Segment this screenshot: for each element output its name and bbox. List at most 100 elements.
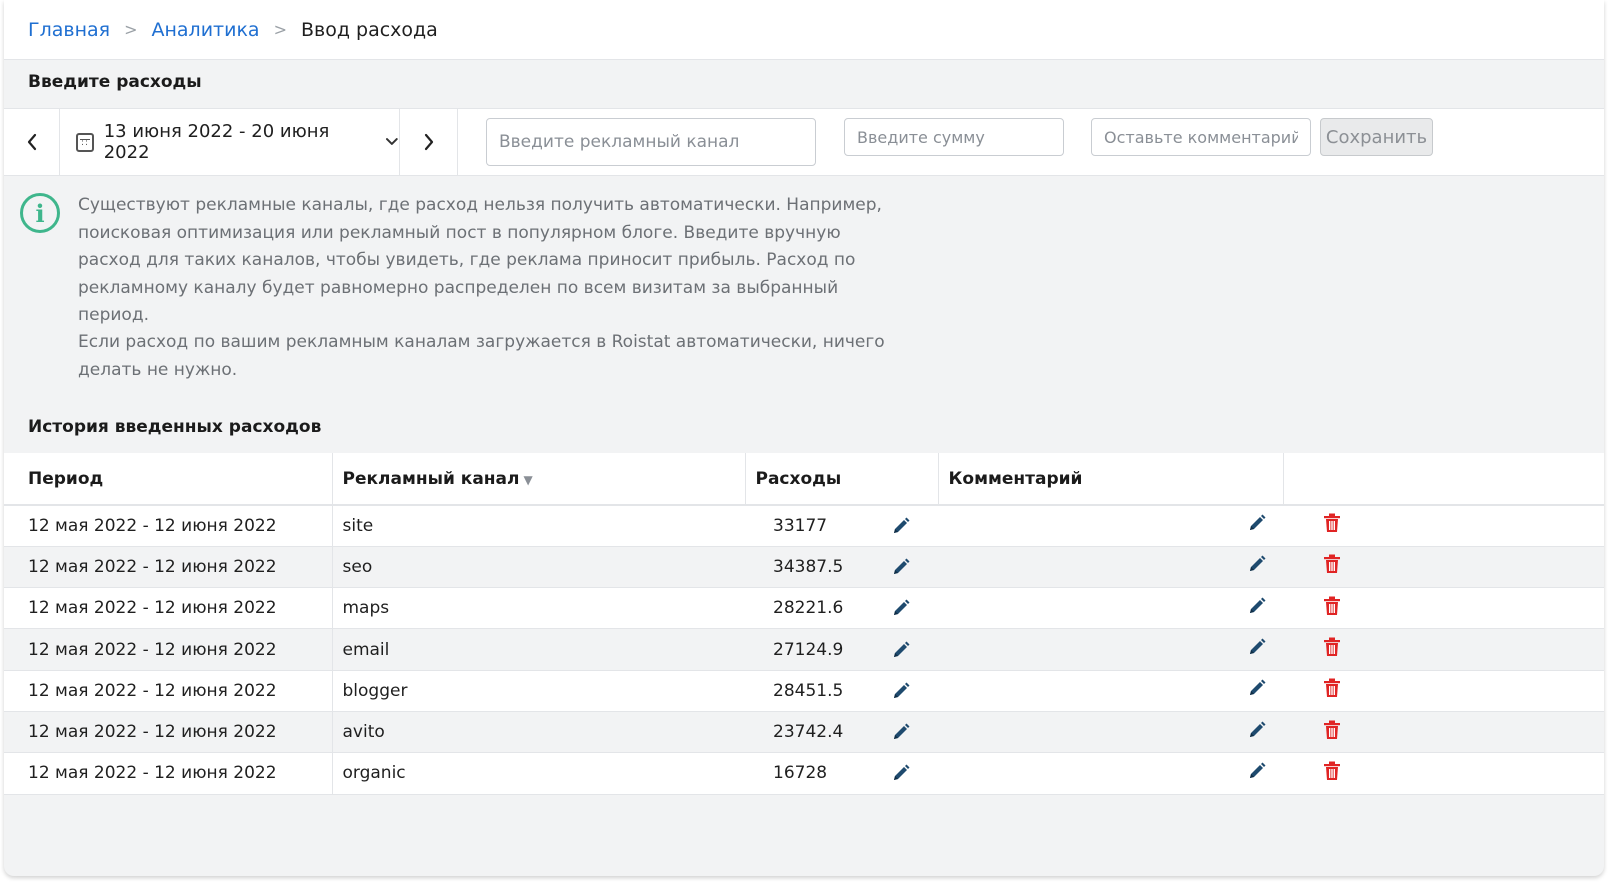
- cell-amount: 28451.5: [745, 670, 938, 712]
- cell-actions: [1283, 505, 1604, 547]
- cell-channel: site: [331, 505, 745, 547]
- date-range-label: 13 июня 2022 - 20 июня 2022: [103, 121, 330, 163]
- table-row: 12 мая 2022 - 12 июня 2022 blogger 28451…: [4, 670, 1604, 712]
- cell-channel: blogger: [331, 670, 745, 712]
- amount-value: 16728: [773, 763, 828, 784]
- comment-input[interactable]: [1091, 118, 1311, 156]
- cell-comment: [938, 752, 1283, 795]
- chevron-right-icon: [424, 133, 433, 151]
- edit-amount-pencil-icon[interactable]: [891, 722, 911, 742]
- delete-trash-icon[interactable]: [1323, 761, 1341, 781]
- enter-expenses-title: Введите расходы: [28, 72, 202, 92]
- expense-toolbar: 13 июня 2022 - 20 июня 2022 Сохранить: [4, 108, 1604, 176]
- history-title: История введенных расходов: [28, 417, 322, 437]
- column-header-channel[interactable]: Рекламный канал ▼: [331, 453, 745, 506]
- cell-period: 12 мая 2022 - 12 июня 2022: [4, 752, 332, 795]
- edit-amount-pencil-icon[interactable]: [891, 763, 911, 783]
- amount-value: 28221.6: [773, 598, 844, 619]
- expense-entry-card: Главная > Аналитика > Ввод расхода Введи…: [4, 0, 1604, 876]
- chevron-down-icon: [386, 138, 399, 145]
- delete-trash-icon[interactable]: [1323, 513, 1341, 533]
- cell-comment: [938, 505, 1283, 547]
- save-button[interactable]: Сохранить: [1320, 118, 1433, 156]
- breadcrumb-home-link[interactable]: Главная: [28, 19, 110, 41]
- calendar-icon: [76, 132, 94, 152]
- edit-amount-pencil-icon[interactable]: [891, 557, 911, 577]
- cell-comment: [938, 628, 1283, 671]
- chevron-right-icon: >: [273, 20, 287, 39]
- delete-trash-icon[interactable]: [1323, 554, 1341, 574]
- history-table: Период Рекламный канал ▼ Расходы Коммента…: [4, 453, 1604, 795]
- amount-value: 23742.4: [773, 722, 844, 743]
- date-range-picker[interactable]: 13 июня 2022 - 20 июня 2022: [60, 109, 400, 175]
- cell-period: 12 мая 2022 - 12 июня 2022: [4, 670, 332, 712]
- cell-amount: 23742.4: [745, 711, 938, 754]
- cell-actions: [1283, 628, 1604, 671]
- column-header-channel-label: Рекламный канал: [342, 468, 520, 489]
- table-row: 12 мая 2022 - 12 июня 2022 organic 16728: [4, 752, 1604, 795]
- table-header-row: Период Рекламный канал ▼ Расходы Коммента…: [4, 453, 1604, 506]
- delete-trash-icon[interactable]: [1323, 678, 1341, 698]
- column-header-comment[interactable]: Комментарий: [937, 453, 1283, 506]
- cell-channel: seo: [331, 546, 745, 589]
- breadcrumb-analytics-link[interactable]: Аналитика: [151, 19, 259, 41]
- cell-channel: maps: [331, 587, 745, 630]
- cell-channel: avito: [331, 711, 745, 754]
- edit-comment-pencil-icon[interactable]: [1247, 637, 1267, 657]
- edit-amount-pencil-icon[interactable]: [891, 640, 911, 660]
- cell-channel: organic: [331, 752, 745, 795]
- table-row: 12 мая 2022 - 12 июня 2022 seo 34387.5: [4, 546, 1604, 589]
- info-icon: i: [20, 193, 60, 233]
- amount-value: 34387.5: [773, 556, 844, 577]
- cell-actions: [1283, 752, 1604, 795]
- delete-trash-icon[interactable]: [1323, 637, 1341, 657]
- cell-amount: 34387.5: [745, 546, 938, 589]
- chevron-right-icon: >: [124, 20, 138, 39]
- sort-down-icon: ▼: [523, 472, 533, 487]
- info-paragraph-1: Существуют рекламные каналы, где расход …: [78, 195, 882, 325]
- next-period-button[interactable]: [400, 109, 458, 175]
- delete-trash-icon[interactable]: [1323, 720, 1341, 740]
- column-header-actions: [1282, 453, 1604, 506]
- breadcrumb-current: Ввод расхода: [300, 18, 438, 41]
- cell-amount: 28221.6: [745, 587, 938, 630]
- cell-period: 12 мая 2022 - 12 июня 2022: [4, 546, 332, 589]
- edit-amount-pencil-icon[interactable]: [891, 598, 911, 618]
- cell-actions: [1283, 546, 1604, 589]
- info-paragraph-2: Если расход по вашим рекламным каналам з…: [78, 332, 885, 380]
- edit-comment-pencil-icon[interactable]: [1247, 596, 1267, 616]
- column-header-amount[interactable]: Расходы: [744, 453, 938, 506]
- cell-comment: [938, 587, 1283, 630]
- edit-comment-pencil-icon[interactable]: [1247, 761, 1267, 781]
- edit-comment-pencil-icon[interactable]: [1247, 678, 1267, 698]
- delete-trash-icon[interactable]: [1323, 596, 1341, 616]
- table-row: 12 мая 2022 - 12 июня 2022 maps 28221.6: [4, 587, 1604, 630]
- cell-comment: [938, 711, 1283, 754]
- edit-comment-pencil-icon[interactable]: [1247, 720, 1267, 740]
- edit-comment-pencil-icon[interactable]: [1247, 513, 1267, 533]
- chevron-left-icon: [27, 133, 36, 151]
- edit-comment-pencil-icon[interactable]: [1247, 554, 1267, 574]
- amount-value: 27124.9: [773, 639, 844, 660]
- cell-comment: [938, 546, 1283, 589]
- cell-actions: [1283, 587, 1604, 630]
- column-header-period[interactable]: Период: [4, 453, 332, 506]
- cell-actions: [1283, 711, 1604, 754]
- cell-period: 12 мая 2022 - 12 июня 2022: [4, 505, 332, 547]
- edit-amount-pencil-icon[interactable]: [891, 516, 911, 536]
- cell-amount: 16728: [745, 752, 938, 795]
- channel-input[interactable]: [486, 118, 816, 166]
- amount-input[interactable]: [844, 118, 1064, 156]
- table-row: 12 мая 2022 - 12 июня 2022 site 33177: [4, 505, 1604, 547]
- cell-period: 12 мая 2022 - 12 июня 2022: [4, 628, 332, 671]
- edit-amount-pencil-icon[interactable]: [891, 681, 911, 701]
- prev-period-button[interactable]: [4, 109, 60, 175]
- cell-actions: [1283, 670, 1604, 712]
- cell-comment: [938, 670, 1283, 712]
- amount-value: 28451.5: [773, 680, 844, 701]
- cell-channel: email: [331, 628, 745, 671]
- breadcrumb: Главная > Аналитика > Ввод расхода: [4, 0, 1604, 60]
- cell-amount: 33177: [745, 505, 938, 547]
- table-row: 12 мая 2022 - 12 июня 2022 email 27124.9: [4, 628, 1604, 671]
- cell-period: 12 мая 2022 - 12 июня 2022: [4, 711, 332, 754]
